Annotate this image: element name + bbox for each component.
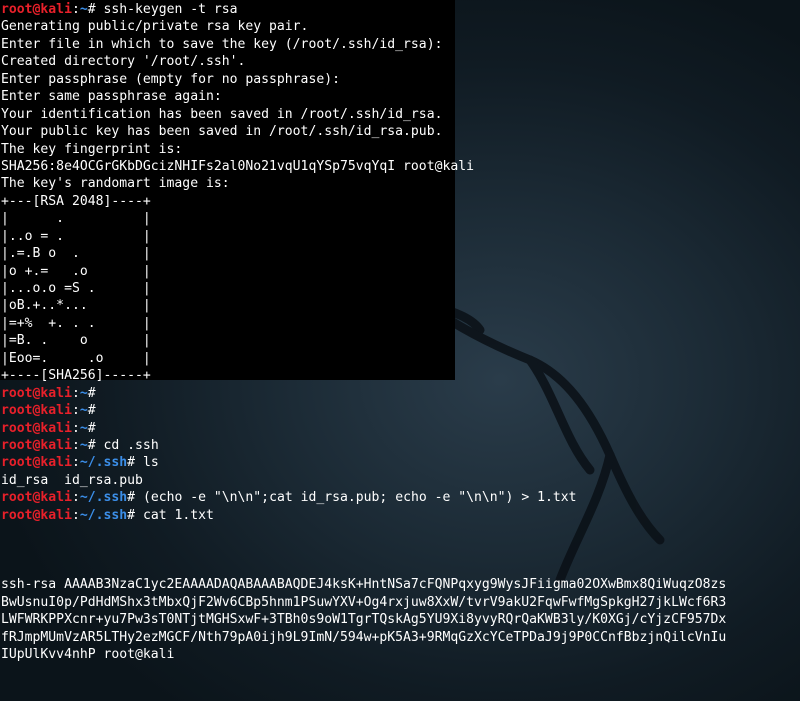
- terminal-output-line: Created directory '/root/.ssh'.: [1, 54, 246, 70]
- terminal-output-line: BwUsnuI0p/PdHdMShx3tMbxQjF2Wv6CBp5hnm1PS…: [1, 594, 727, 610]
- prompt-path: ~: [79, 420, 88, 436]
- terminal-prompt-line: root@kali:~/.ssh# (echo -e "\n\n";cat id…: [1, 489, 799, 506]
- prompt-hash: #: [127, 490, 143, 506]
- prompt-path: ~/.ssh: [79, 507, 128, 523]
- terminal-prompt-line: root@kali:~/.ssh# ls: [1, 454, 799, 471]
- prompt-user: root@kali: [1, 2, 72, 17]
- prompt-hash: #: [87, 403, 104, 419]
- prompt-user: root@kali: [1, 403, 72, 419]
- terminal-prompt-line: root@kali:~# cd .ssh: [1, 437, 799, 454]
- terminal-prompt-line: root@kali:~#: [1, 385, 799, 402]
- prompt-user: root@kali: [1, 455, 72, 471]
- prompt-command: (echo -e "\n\n";cat id_rsa.pub; echo -e …: [142, 490, 577, 506]
- terminal-output-line: IUpUlKvv4nhP root@kali: [1, 647, 175, 663]
- prompt-path: ~/.ssh: [79, 490, 128, 506]
- terminal-output-line: |=+% +. . . |: [1, 315, 151, 331]
- prompt-hash: #: [87, 2, 104, 17]
- terminal-output-line: ssh-rsa AAAAB3NzaC1yc2EAAAADAQABAAABAQDE…: [1, 577, 727, 593]
- prompt-colon: :: [71, 437, 80, 453]
- prompt-hash: #: [87, 385, 104, 401]
- prompt-colon: :: [71, 420, 80, 436]
- terminal-output-line: The key's randomart image is:: [1, 176, 230, 192]
- terminal-output-line: |Eoo=. .o |: [1, 350, 151, 366]
- terminal-output-line: Enter passphrase (empty for no passphras…: [1, 71, 340, 87]
- prompt-user: root@kali: [1, 507, 72, 523]
- prompt-command: ls: [142, 455, 159, 471]
- prompt-user: root@kali: [1, 420, 72, 436]
- prompt-colon: :: [71, 2, 80, 17]
- prompt-colon: :: [71, 455, 80, 471]
- prompt-colon: :: [71, 403, 80, 419]
- terminal-output[interactable]: root@kali:~# ssh-keygen -t rsa Generating…: [1, 1, 799, 664]
- prompt-path: ~: [79, 385, 88, 401]
- prompt-path: ~: [79, 2, 88, 17]
- prompt-path: ~: [79, 437, 88, 453]
- prompt-hash: #: [127, 507, 143, 523]
- terminal-output-line: |o +.= .o |: [1, 263, 151, 279]
- terminal-output-line: |...o.o =S . |: [1, 281, 151, 296]
- terminal-output-line: LWFWRKPPXcnr+yu7Pw3sT0NTjtMGHSxwF+3TBh0s…: [1, 612, 727, 628]
- prompt-colon: :: [71, 507, 80, 523]
- terminal-output-line: Enter file in which to save the key (/ro…: [1, 36, 443, 52]
- prompt-path: ~: [79, 403, 88, 419]
- prompt-colon: :: [71, 385, 80, 401]
- prompt-hash: #: [127, 455, 143, 471]
- prompt-command: ssh-keygen -t rsa: [103, 2, 238, 17]
- terminal-output-line: |.=.B o . |: [1, 246, 151, 262]
- terminal-output-line: Your identification has been saved in /r…: [1, 106, 443, 122]
- terminal-prompt-line: root@kali:~/.ssh# cat 1.txt: [1, 507, 799, 524]
- terminal-output-line: fRJmpMUmVzAR5LTHy2ezMGCF/Nth79pA0ijh9L9I…: [1, 629, 727, 645]
- terminal-output-line: +---[RSA 2048]----+: [1, 193, 151, 209]
- terminal-output-line: Generating public/private rsa key pair.: [1, 19, 309, 35]
- prompt-hash: #: [87, 437, 104, 453]
- prompt-user: root@kali: [1, 385, 72, 401]
- terminal-output-line: Your public key has been saved in /root/…: [1, 124, 443, 140]
- terminal-output-line: | . |: [1, 211, 151, 227]
- prompt-user: root@kali: [1, 490, 72, 506]
- terminal-output-line: |..o = . |: [1, 228, 151, 244]
- prompt-command: cat 1.txt: [142, 507, 214, 523]
- terminal-output-line: Enter same passphrase again:: [1, 89, 222, 105]
- terminal-prompt-line: root@kali:~# ssh-keygen -t rsa: [1, 1, 799, 18]
- terminal-output-line: The key fingerprint is:: [1, 141, 183, 157]
- prompt-user: root@kali: [1, 437, 72, 453]
- terminal-prompt-line: root@kali:~#: [1, 420, 799, 437]
- terminal-output-line: +----[SHA256]-----+: [1, 368, 151, 384]
- prompt-path: ~/.ssh: [79, 455, 128, 471]
- prompt-colon: :: [71, 490, 80, 506]
- prompt-command: cd .ssh: [103, 437, 159, 453]
- terminal-output-line: id_rsa id_rsa.pub: [1, 472, 143, 488]
- terminal-output-line: |=B. . o |: [1, 333, 151, 349]
- terminal-output-line: SHA256:8e4OCGrGKbDGcizNHIFs2al0No21vqU1q…: [1, 158, 474, 174]
- prompt-hash: #: [87, 420, 104, 436]
- terminal-prompt-line: root@kali:~#: [1, 402, 799, 419]
- terminal-output-line: |oB.+..*... |: [1, 298, 151, 314]
